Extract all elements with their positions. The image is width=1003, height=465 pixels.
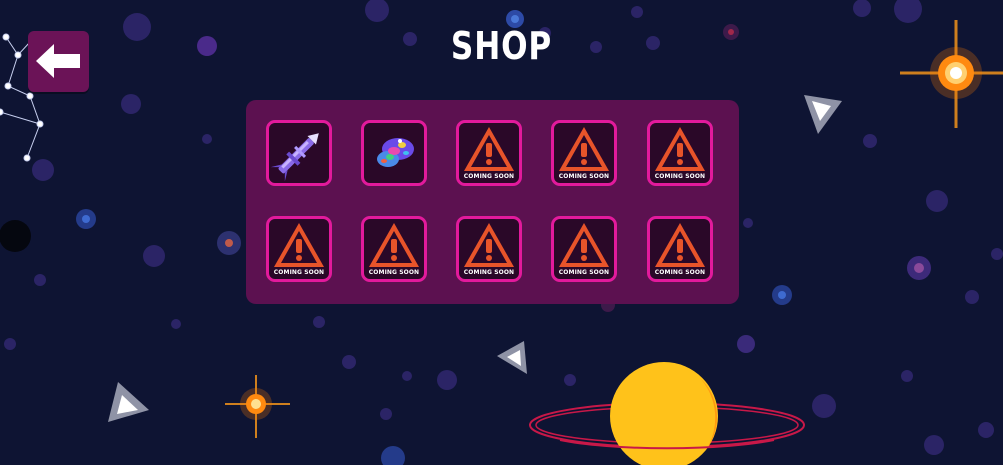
coming-soon-label: COMING SOON bbox=[654, 269, 706, 276]
shop-item-locked[interactable]: COMING SOON bbox=[456, 120, 522, 186]
shop-item-locked[interactable]: COMING SOON bbox=[647, 216, 713, 282]
shop-item-locked[interactable]: COMING SOON bbox=[551, 216, 617, 282]
shop-panel: COMING SOON COMING SOON COMING SOON COMI… bbox=[246, 100, 739, 304]
coming-soon-label: COMING SOON bbox=[463, 269, 515, 276]
page-title: SHOP bbox=[450, 24, 553, 68]
back-button[interactable] bbox=[28, 31, 89, 92]
shop-item-locked[interactable]: COMING SOON bbox=[647, 120, 713, 186]
coming-soon-label: COMING SOON bbox=[368, 269, 420, 276]
rocket-missile-icon bbox=[270, 133, 319, 182]
shop-item-locked[interactable]: COMING SOON bbox=[266, 216, 332, 282]
coming-soon-label: COMING SOON bbox=[558, 269, 610, 276]
arrow-left-icon bbox=[36, 44, 80, 78]
coming-soon-label: COMING SOON bbox=[654, 173, 706, 180]
shop-item-missile[interactable] bbox=[266, 120, 332, 186]
coming-soon-label: COMING SOON bbox=[273, 269, 325, 276]
shop-item-locked[interactable]: COMING SOON bbox=[361, 216, 427, 282]
shop-item-locked[interactable]: COMING SOON bbox=[456, 216, 522, 282]
shop-item-locked[interactable]: COMING SOON bbox=[551, 120, 617, 186]
shop-item-meteor[interactable] bbox=[361, 120, 427, 186]
rainbow-meteor-icon bbox=[377, 138, 414, 167]
coming-soon-label: COMING SOON bbox=[558, 173, 610, 180]
coming-soon-label: COMING SOON bbox=[463, 173, 515, 180]
